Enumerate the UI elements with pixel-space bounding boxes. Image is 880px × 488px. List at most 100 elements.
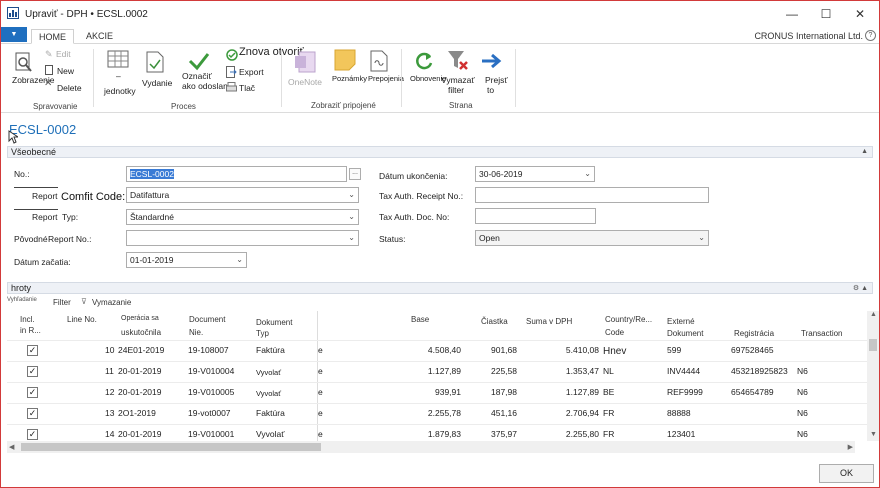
- column-header-operacia-line2: uskutočnila: [121, 328, 162, 337]
- clear-lines-filter-button[interactable]: Vymazanie: [92, 298, 131, 307]
- export-button[interactable]: Export: [239, 68, 264, 77]
- column-header-base[interactable]: Base: [411, 315, 429, 325]
- operacia-date-cell: 24E01-2019: [118, 345, 165, 355]
- include-checkbox[interactable]: ✓: [27, 366, 38, 377]
- scroll-left-icon[interactable]: ◀: [9, 443, 14, 451]
- jednotky-button[interactable]: jednotky: [104, 87, 136, 96]
- ok-button[interactable]: OK: [819, 464, 874, 483]
- datum-zacatia-field[interactable]: 01-01-2019 ⌄: [126, 252, 247, 268]
- horizontal-scrollbar[interactable]: ◀ ▶: [7, 441, 855, 453]
- onenote-button[interactable]: OneNote: [288, 78, 322, 87]
- line-no-cell: 11: [105, 366, 114, 376]
- scroll-up-icon[interactable]: ▲: [870, 311, 877, 318]
- row-arrow-cell: e: [318, 408, 323, 418]
- document-type-cell: Faktúra: [256, 345, 285, 355]
- filter-label: filter: [448, 85, 465, 95]
- externe-cell: 599: [667, 345, 682, 355]
- column-header-document-no[interactable]: Document: [189, 315, 225, 325]
- column-header-line-no[interactable]: Line No.: [67, 315, 97, 325]
- column-header-externe[interactable]: Externé: [667, 317, 695, 327]
- delete-button[interactable]: Delete: [57, 84, 82, 93]
- operacia-date-cell: 20-01-2019: [118, 429, 162, 439]
- table-row[interactable]: ✓ 10 24E01-2019 19-108007 Faktúra e 4.50…: [7, 340, 867, 361]
- report-type-label: Typ:: [62, 212, 79, 222]
- report-no-dropdown[interactable]: ⌄: [126, 230, 359, 246]
- table-row[interactable]: ✓ 14 20-01-2019 19-V010001 Vyvolať e 1.8…: [7, 424, 867, 441]
- minimize-button[interactable]: —: [779, 5, 805, 23]
- column-header-transaction[interactable]: Transaction: [801, 329, 843, 339]
- scroll-down-icon[interactable]: ▼: [870, 431, 877, 438]
- include-checkbox[interactable]: ✓: [27, 345, 38, 356]
- column-header-registracia[interactable]: Registrácia: [734, 329, 774, 339]
- comfit-code-dropdown[interactable]: Datifattura ⌄: [126, 187, 359, 203]
- oznacit-button[interactable]: Označiť: [182, 72, 212, 81]
- table-row[interactable]: ✓ 11 20-01-2019 19-V010004 Vyvolať e 1.1…: [7, 361, 867, 382]
- edit-icon: ✎: [45, 49, 53, 59]
- document-type-cell: Vyvolať: [256, 368, 282, 377]
- vertical-scroll-thumb[interactable]: [869, 339, 877, 351]
- table-row[interactable]: ✓ 12 20-01-2019 19-V010005 Vyvolať e 939…: [7, 382, 867, 403]
- new-document-icon: [45, 65, 53, 75]
- include-checkbox[interactable]: ✓: [27, 408, 38, 419]
- lines-settings-icon[interactable]: ⚙ ▲: [853, 284, 868, 292]
- vymazat-filter-button[interactable]: Vymazať: [441, 76, 475, 85]
- lines-grid: Incl. in R... Line No. Operácia sa uskut…: [7, 311, 867, 441]
- suma-cell: 1.127,89: [565, 387, 599, 397]
- general-header-label: Všeobecné: [11, 147, 57, 157]
- prejst-button[interactable]: Prejsť: [485, 76, 508, 85]
- close-button[interactable]: ✕: [847, 5, 873, 23]
- search-lines-button[interactable]: Vyhľadanie: [7, 297, 37, 303]
- status-value: Open: [479, 233, 500, 243]
- vydanie-button[interactable]: Vydanie: [142, 79, 172, 88]
- release-document-icon: [146, 51, 164, 73]
- tab-home[interactable]: HOME: [31, 29, 74, 44]
- include-checkbox[interactable]: ✓: [27, 387, 38, 398]
- title-bar: Upraviť - DPH • ECSL.0002 — ☐ ✕: [1, 1, 879, 27]
- quick-access-menu-button[interactable]: ▼: [1, 27, 27, 42]
- new-button[interactable]: New: [57, 67, 74, 76]
- ciastka-cell: 901,68: [491, 345, 517, 355]
- column-header-document-type[interactable]: Dokument: [256, 318, 292, 328]
- tab-akcie[interactable]: AKCIE: [79, 29, 120, 44]
- collapse-caret-icon[interactable]: ▲: [861, 148, 868, 155]
- no-assist-button[interactable]: ...: [349, 168, 361, 180]
- horizontal-scroll-thumb[interactable]: [21, 443, 321, 451]
- tlac-button[interactable]: Tlač: [239, 84, 255, 93]
- lines-fasttab-header[interactable]: hroty ⚙ ▲: [7, 282, 873, 294]
- scroll-right-icon[interactable]: ▶: [848, 443, 853, 451]
- group-label-proces: Proces: [171, 102, 196, 111]
- document-no-cell: 19-vot0007: [188, 408, 231, 418]
- document-type-cell: Faktúra: [256, 408, 285, 418]
- help-icon[interactable]: ?: [865, 30, 876, 41]
- general-fasttab-header[interactable]: Všeobecné ▲: [7, 146, 873, 158]
- report-type-dropdown[interactable]: Štandardné ⌄: [126, 209, 359, 225]
- include-checkbox[interactable]: ✓: [27, 429, 38, 440]
- column-header-ciastka[interactable]: Čiastka: [481, 317, 508, 327]
- print-icon: [226, 82, 237, 92]
- vertical-scrollbar[interactable]: ▲ ▼: [867, 311, 879, 441]
- no-field[interactable]: ECSL-0002: [126, 166, 347, 182]
- column-header-country[interactable]: Country/Re...: [605, 315, 652, 325]
- refresh-icon: [416, 52, 433, 70]
- poznamky-button[interactable]: Poznámky: [332, 75, 367, 83]
- datum-ukoncenia-field[interactable]: 30-06-2019 ⌄: [475, 166, 595, 182]
- chart-app-icon: [7, 7, 19, 19]
- tax-auth-doc-field[interactable]: [475, 208, 596, 224]
- no-label: No.:: [14, 169, 30, 179]
- table-row[interactable]: ✓ 13 2O1-2019 19-vot0007 Faktúra e 2.255…: [7, 403, 867, 424]
- document-no-cell: 19-V010001: [188, 429, 235, 439]
- edit-button[interactable]: Edit: [56, 50, 71, 59]
- document-type-cell: Vyvolať: [256, 429, 285, 439]
- maximize-button[interactable]: ☐: [813, 5, 839, 23]
- ciastka-cell: 225,58: [491, 366, 517, 376]
- filter-lines-button[interactable]: Filter: [53, 298, 71, 307]
- externe-cell: 88888: [667, 408, 691, 418]
- prepojenia-button[interactable]: Prepojenia: [368, 75, 404, 83]
- page-title: ECSL-0002: [9, 122, 77, 137]
- column-header-operacia[interactable]: Operácia sa: [121, 315, 159, 323]
- column-header-incl[interactable]: Incl.: [20, 315, 35, 325]
- status-dropdown[interactable]: Open ⌄: [475, 230, 709, 246]
- tax-auth-receipt-field[interactable]: [475, 187, 709, 203]
- column-header-suma[interactable]: Suma v DPH: [526, 317, 572, 327]
- transaction-cell: N6: [797, 366, 808, 376]
